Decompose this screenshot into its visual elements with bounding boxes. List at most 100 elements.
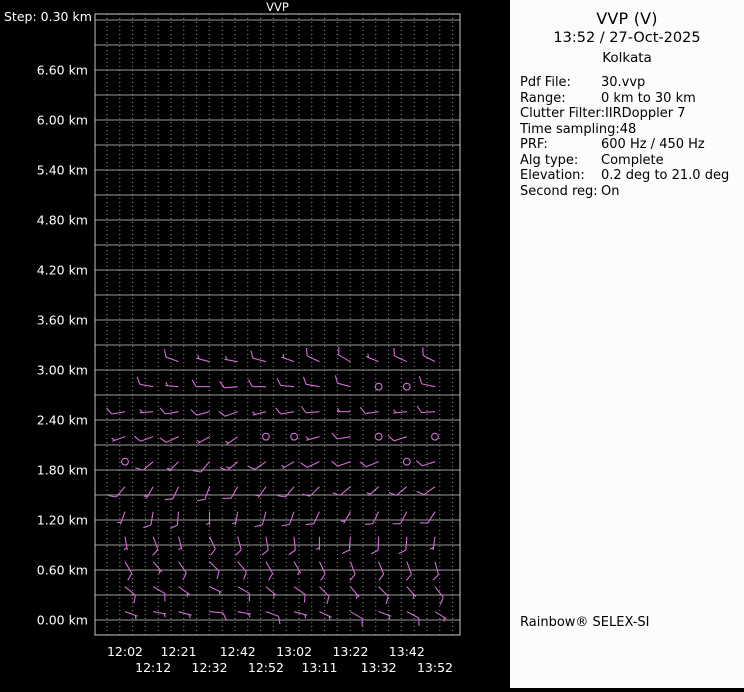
barb-staff [289,512,294,525]
y-tick-label: 4.80 km [37,213,88,228]
barb-half [197,440,200,442]
wind-barb [419,376,435,386]
barb-full [303,377,306,385]
field-value: On [601,184,619,200]
field-label: Second reg: [520,184,601,200]
barb-staff [266,537,268,550]
barb-staff [428,512,435,523]
wind-barb [160,408,178,414]
barb-full [128,573,132,580]
wind-barb [225,437,238,445]
wind-barb [403,458,410,465]
barb-staff [406,537,407,550]
barb-staff [350,562,355,575]
barb-full [219,411,225,416]
wind-barb [224,356,237,362]
field-label: Clutter Filter: [520,106,605,122]
barb-staff [319,562,325,574]
barb-full [417,491,424,494]
barb-half [252,412,255,415]
calm-circle [403,458,410,465]
barb-full [342,550,349,553]
barb-full [134,436,140,441]
wind-barb [153,537,158,556]
field-value: IIRDoppler 7 [605,106,686,122]
barb-staff [350,612,362,619]
barb-staff [422,384,435,387]
wind-barb [301,406,319,413]
barb-full [289,550,296,555]
barb-full [276,408,281,414]
barb-full [269,573,273,580]
wind-barb [319,612,331,621]
barb-staff [238,537,241,550]
barb-half [179,547,182,550]
barb-staff [266,612,279,617]
wind-barb [255,512,266,527]
y-tick-label: 2.40 km [37,413,88,428]
field-value: 30.vvp [601,75,645,91]
x-tick-label: 13:52 [417,660,453,675]
barb-staff [143,462,153,471]
wind-barb [125,562,132,581]
panel-station: Kolkata [510,50,744,66]
wind-barb [252,412,265,415]
barb-staff [337,437,350,439]
field-row: Alg type:Complete [520,153,742,169]
x-tick-label: 12:42 [220,644,256,659]
wind-barb [135,462,153,471]
barb-half [112,438,115,441]
barb-staff [140,384,153,386]
wind-barb [406,562,411,581]
barb-full [416,460,422,465]
wind-barb [366,354,379,362]
wind-barb [122,458,129,465]
barb-staff [173,487,179,499]
wind-barb [160,437,179,443]
panel-datetime: 13:52 / 27-Oct-2025 [510,30,744,46]
barb-half [167,468,171,469]
barb-full [262,550,268,555]
wind-barb [417,487,435,495]
barb-half [306,437,309,440]
barb-staff [166,437,178,443]
wind-barb [332,461,351,466]
wind-barb [112,437,125,442]
barb-full [134,595,135,603]
barb-half [140,409,142,412]
step-label: Step: 0.30 km [4,9,92,24]
wind-barb [416,460,435,465]
barb-staff [262,512,265,525]
field-value: 0 km to 30 km [601,91,696,107]
wind-barb [388,435,407,440]
barb-full [193,471,201,472]
barb-full [211,549,216,556]
wind-barb [306,437,319,440]
barb-staff [151,512,153,525]
barb-full [108,496,116,497]
wind-barb [210,587,222,596]
wind-barb [367,487,379,496]
field-row: Second reg:On [520,184,742,200]
wind-barb [263,433,270,440]
barb-half [283,354,284,358]
wind-barb [281,462,294,469]
wind-barb [375,433,382,440]
x-tick-label: 12:52 [248,660,284,675]
wind-barb [432,433,439,440]
wind-barb [210,612,227,620]
wind-barb [423,347,435,361]
wind-barb [403,383,410,390]
axes [95,14,460,635]
barb-staff [340,487,350,496]
barb-full [301,406,306,413]
vvp-chart: VVPStep: 0.30 km6.60 km6.00 km5.40 km4.8… [0,0,510,688]
y-tick-label: 6.00 km [37,113,88,128]
barb-full [417,406,421,413]
panel-title: VVP (V) [510,9,744,28]
barb-half [367,493,371,494]
wind-barb [365,512,379,525]
wind-barb [197,437,210,444]
barb-staff [307,356,319,362]
field-value: Complete [601,153,664,169]
